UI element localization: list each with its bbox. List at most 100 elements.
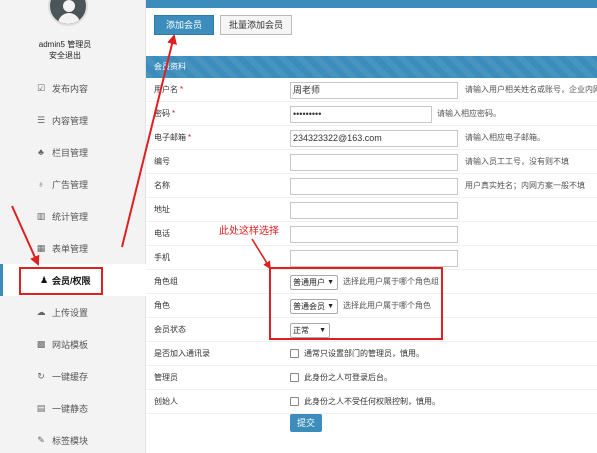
username-hint: 请输入用户相关姓名或账号，企业内网 (465, 85, 597, 94)
number-input[interactable] (290, 154, 458, 171)
sidebar-item-label: 内容管理 (52, 115, 89, 126)
form-row-number: 编号 请输入员工工号，没有则不填 (146, 150, 597, 174)
sidebar-item-members[interactable]: ♟ 会员/权限 (0, 264, 146, 296)
list-icon: ☰ (36, 115, 46, 125)
name-input[interactable] (290, 178, 458, 195)
batch-add-member-button[interactable]: 批量添加会员 (220, 15, 292, 35)
form-row-name: 名称 用户真实姓名；内网方案一般不填 (146, 174, 597, 198)
chevron-down-icon: ▼ (319, 327, 326, 334)
submit-button[interactable]: 提交 (290, 414, 322, 432)
sidebar-item-columns[interactable]: ♣ 栏目管理 (0, 136, 146, 168)
edit-icon: ☑ (36, 83, 46, 93)
sidebar-item-templates[interactable]: ▩ 网站模板 (0, 328, 146, 360)
form-row-status: 会员状态 正常 ▼ (146, 318, 597, 342)
mobile-input[interactable] (290, 250, 458, 267)
role-group-hint: 选择此用户属于哪个角色组 (343, 277, 439, 286)
form-row-role: 角色 普通会员 ▼ 选择此用户属于哪个角色 (146, 294, 597, 318)
status-label: 会员状态 (154, 325, 186, 334)
form-row-role-group: 角色组 普通用户 ▼ 选择此用户属于哪个角色组 (146, 270, 597, 294)
sidebar-item-label: 会员/权限 (52, 275, 91, 286)
sidebar: admin5 管理员 安全退出 ☑ 发布内容 ☰ 内容管理 ♣ 栏目管理 ♁ 广… (0, 0, 146, 453)
sidebar-item-upload[interactable]: ☁ 上传设置 (0, 296, 146, 328)
role-label: 角色 (154, 301, 170, 310)
chevron-down-icon: ▼ (327, 279, 334, 286)
name-hint: 用户真实姓名；内网方案一般不填 (465, 181, 585, 190)
sidebar-item-label: 一键静态 (52, 403, 89, 414)
admin-label: 管理员 (154, 373, 178, 382)
sidebar-item-tags[interactable]: ✎ 标签模块 (0, 424, 146, 453)
number-label: 编号 (154, 157, 170, 166)
form-row-admin: 管理员 此身份之人可登录后台。 (146, 366, 597, 390)
sidebar-nav: ☑ 发布内容 ☰ 内容管理 ♣ 栏目管理 ♁ 广告管理 ▥ 统计管理 ▦ 表单管… (0, 72, 146, 453)
avatar-head-shape (63, 0, 75, 12)
sidebar-item-label: 统计管理 (52, 211, 89, 222)
role-group-label: 角色组 (154, 277, 178, 286)
phone-input[interactable] (290, 226, 458, 243)
grid-icon: ▩ (36, 339, 46, 349)
avatar-body-shape (58, 13, 80, 24)
form-row-password: 密码 * ••••••••• 请输入相应密码。 (146, 102, 597, 126)
magic-icon: ✎ (37, 435, 45, 445)
contacts-label: 是否加入通讯录 (154, 349, 210, 358)
sidebar-item-label: 发布内容 (52, 83, 89, 94)
role-select[interactable]: 普通会员 ▼ (290, 299, 338, 314)
status-select[interactable]: 正常 ▼ (290, 323, 330, 338)
sidebar-item-label: 广告管理 (52, 179, 89, 190)
form-row-contacts: 是否加入通讯录 通常只设置部门的管理员，慎用。 (146, 342, 597, 366)
logout-link[interactable]: 安全退出 (0, 50, 130, 61)
sidebar-item-forms[interactable]: ▦ 表单管理 (0, 232, 146, 264)
sidebar-item-label: 一键缓存 (52, 371, 89, 382)
form-row-mobile: 手机 (146, 246, 597, 270)
sidebar-item-publish[interactable]: ☑ 发布内容 (0, 72, 146, 104)
mobile-label: 手机 (154, 253, 170, 262)
sidebar-item-cache[interactable]: ↻ 一键缓存 (0, 360, 146, 392)
bar-chart-icon: ▥ (36, 211, 46, 221)
admin-checkbox-text: 此身份之人可登录后台。 (304, 373, 392, 382)
main-content: 添加会员 批量添加会员 会员资料 用户名 * 周老师 请输入用户相关姓名或账号，企… (146, 0, 597, 453)
form-row-email: 电子邮箱 * 234323322@163.com 请输入相应电子邮箱。 (146, 126, 597, 150)
email-input[interactable]: 234323322@163.com (290, 130, 458, 147)
sidebar-item-static[interactable]: ▤ 一键静态 (0, 392, 146, 424)
add-member-button[interactable]: 添加会员 (154, 15, 214, 35)
form-row-address: 地址 (146, 198, 597, 222)
sidebar-item-content[interactable]: ☰ 内容管理 (0, 104, 146, 136)
avatar[interactable] (48, 0, 88, 26)
sidebar-item-label: 上传设置 (52, 307, 89, 318)
sidebar-item-label: 栏目管理 (52, 147, 89, 158)
founder-checkbox[interactable] (290, 397, 299, 406)
role-group-select[interactable]: 普通用户 ▼ (290, 275, 338, 290)
username-label: 用户名 * (154, 85, 184, 94)
name-label: 名称 (154, 181, 170, 190)
form-row-username: 用户名 * 周老师 请输入用户相关姓名或账号，企业内网 (146, 78, 597, 102)
role-hint: 选择此用户属于哪个角色 (343, 301, 431, 310)
refresh-icon: ↻ (37, 371, 45, 381)
form-row-founder: 创始人 此身份之人不受任何权限控制，慎用。 (146, 390, 597, 414)
email-label: 电子邮箱 * (154, 133, 192, 142)
username-input[interactable]: 周老师 (290, 82, 458, 99)
founder-label: 创始人 (154, 397, 178, 406)
admin-checkbox[interactable] (290, 373, 299, 382)
top-bar (146, 0, 597, 8)
sidebar-item-stats[interactable]: ▥ 统计管理 (0, 200, 146, 232)
annotation-text: 此处这样选择 (219, 226, 279, 237)
address-input[interactable] (290, 202, 458, 219)
cloud-upload-icon: ☁ (36, 307, 46, 317)
form-row-phone: 电话 (146, 222, 597, 246)
sidebar-item-label: 网站模板 (52, 339, 89, 350)
table-icon: ▦ (36, 243, 46, 253)
sidebar-item-label: 标签模块 (52, 435, 89, 446)
panel-title: 会员资料 (146, 56, 597, 78)
phone-label: 电话 (154, 229, 170, 238)
sidebar-item-label: 表单管理 (52, 243, 89, 254)
address-label: 地址 (154, 205, 170, 214)
contacts-checkbox-text: 通常只设置部门的管理员，慎用。 (304, 349, 424, 358)
founder-checkbox-text: 此身份之人不受任何权限控制，慎用。 (304, 397, 440, 406)
password-input[interactable]: ••••••••• (290, 106, 432, 123)
user-name: admin5 管理员 (38, 40, 92, 49)
contacts-checkbox[interactable] (290, 349, 299, 358)
email-hint: 请输入相应电子邮箱。 (465, 133, 545, 142)
sidebar-item-ads[interactable]: ♁ 广告管理 (0, 168, 146, 200)
number-hint: 请输入员工工号，没有则不填 (465, 157, 569, 166)
file-icon: ▤ (36, 403, 46, 413)
chevron-down-icon: ▼ (327, 303, 334, 310)
